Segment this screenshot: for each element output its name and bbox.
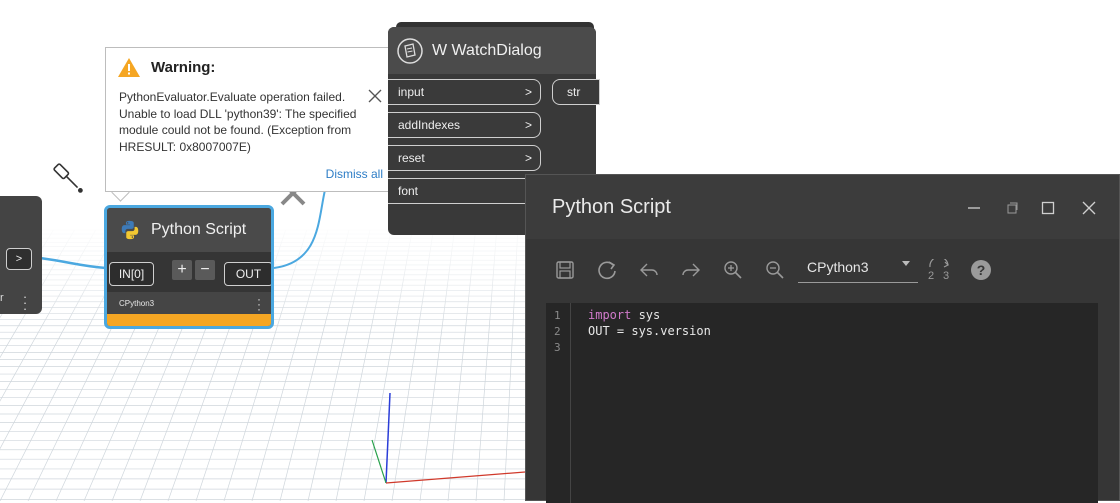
editor-toolbar: CPython3 2 3 ?: [526, 239, 1119, 299]
restore-icon[interactable]: [1003, 199, 1021, 217]
watch-font-port[interactable]: font: [388, 178, 541, 204]
svg-text:3: 3: [943, 270, 949, 281]
python-editor-window[interactable]: Python Script CPython3 2 3 ? 1 2 3 impor…: [525, 174, 1120, 503]
save-icon[interactable]: [554, 259, 576, 281]
editor-title: Python Script: [552, 196, 671, 218]
run-icon[interactable]: [596, 259, 618, 281]
warning-popup: Warning: PythonEvaluator.Evaluate operat…: [105, 47, 394, 192]
python-engine-dropdown[interactable]: CPython3: [798, 251, 918, 283]
close-icon[interactable]: [1080, 199, 1098, 217]
input-port-in0[interactable]: IN[0]: [109, 262, 154, 286]
undo-icon[interactable]: [638, 259, 660, 281]
line-number: 3: [554, 341, 561, 354]
watch-node-header[interactable]: W WatchDialog: [388, 27, 596, 74]
warning-title: Warning:: [151, 59, 216, 76]
zoom-in-icon[interactable]: [722, 259, 744, 281]
chevron-right-icon: >: [524, 85, 532, 99]
warning-triangle-icon: [118, 58, 140, 77]
add-input-button[interactable]: +: [172, 260, 192, 280]
watch-addindexes-port[interactable]: addIndexes >: [388, 112, 541, 138]
port-label: input: [398, 85, 425, 99]
line-number: 2: [554, 325, 561, 338]
engine-selected-value: CPython3: [807, 259, 869, 275]
left-node-menu-icon[interactable]: · · ·: [22, 290, 28, 315]
watch-node-icon: [397, 37, 423, 64]
remove-input-button[interactable]: −: [195, 260, 215, 280]
keyword-token: import: [588, 308, 632, 322]
code-editor[interactable]: 1 2 3 import sys OUT = sys.version: [546, 303, 1098, 503]
chevron-right-icon: >: [524, 118, 532, 132]
line-number-gutter: 1 2 3: [546, 303, 571, 503]
zoom-out-icon[interactable]: [764, 259, 786, 281]
maximize-icon[interactable]: [1039, 199, 1057, 217]
code-line-2: OUT = sys.version: [588, 324, 711, 338]
minimize-icon[interactable]: [965, 199, 983, 217]
close-icon[interactable]: [365, 86, 385, 106]
watch-output-port[interactable]: str: [552, 79, 600, 105]
python-node-header[interactable]: Python Script: [107, 208, 271, 252]
python-node-title: Python Script: [151, 221, 247, 238]
x-axis: [385, 471, 526, 484]
python-script-node[interactable]: Python Script IN[0] + − OUT CPython3 · · ·: [104, 205, 274, 329]
svg-text:2: 2: [928, 270, 934, 281]
code-token: sys: [631, 308, 661, 322]
port-label: reset: [398, 151, 425, 165]
python-logo-icon: [121, 220, 139, 240]
svg-text:?: ?: [977, 262, 986, 278]
help-icon[interactable]: ?: [970, 259, 992, 281]
watch-input-port[interactable]: input >: [388, 79, 541, 105]
warning-message: PythonEvaluator.Evaluate operation faile…: [119, 90, 357, 154]
editor-titlebar[interactable]: Python Script: [526, 175, 1119, 239]
z-axis: [385, 392, 391, 484]
python2to3-icon[interactable]: 2 3: [926, 259, 954, 281]
port-label: addIndexes: [398, 118, 461, 132]
watch-reset-port[interactable]: reset >: [388, 145, 541, 171]
left-node-label-fragment: r: [0, 292, 4, 304]
dismiss-all-link[interactable]: Dismiss all: [326, 167, 383, 181]
code-line-1: import sys: [588, 308, 660, 322]
port-label: font: [398, 184, 419, 198]
y-axis: [371, 439, 387, 484]
eyedropper-icon: [53, 163, 83, 193]
left-node-output-port[interactable]: >: [6, 248, 32, 270]
partial-left-node[interactable]: > r · · ·: [0, 196, 42, 315]
warning-state-bar: [107, 314, 271, 326]
redo-icon[interactable]: [680, 259, 702, 281]
watch-node-title: W WatchDialog: [432, 41, 542, 59]
chevron-right-icon: >: [524, 151, 532, 165]
output-port-out[interactable]: OUT: [224, 262, 271, 286]
python-node-ports: IN[0] + − OUT: [107, 252, 271, 292]
line-number: 1: [554, 309, 561, 322]
python-engine-label: CPython3: [119, 299, 155, 308]
chevron-down-icon: [902, 261, 910, 266]
node-menu-icon[interactable]: · · ·: [257, 293, 261, 315]
